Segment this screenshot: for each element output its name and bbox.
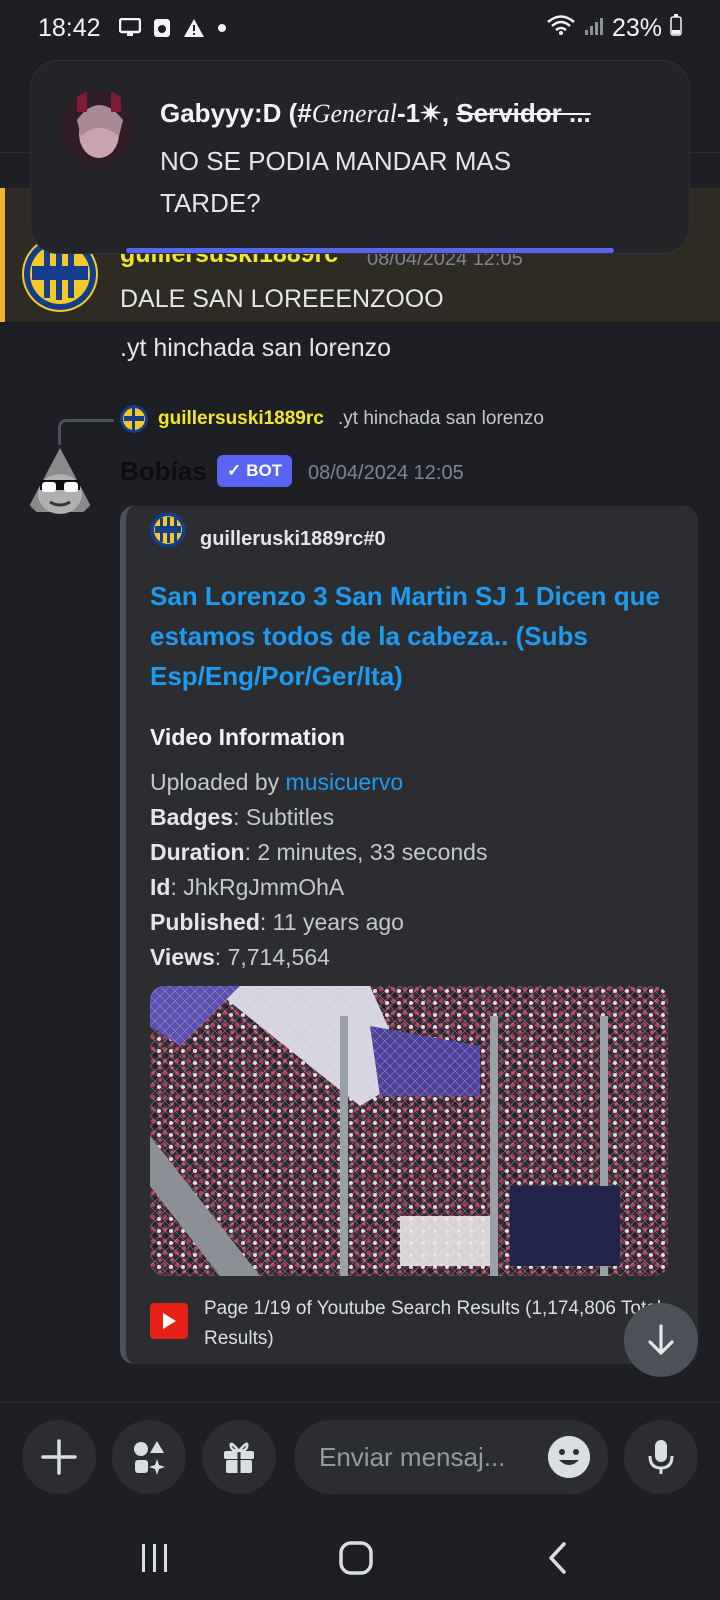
uploader-link[interactable]: musicuervo — [286, 769, 404, 795]
monitor-icon — [118, 18, 141, 38]
duration-row: Duration: 2 minutes, 33 seconds — [150, 835, 487, 870]
check-icon: ✓ — [227, 461, 242, 480]
message-text: DALE SAN LOREEENZOOO — [120, 285, 444, 313]
uploaded-by-row: Uploaded by musicuervo — [150, 765, 487, 800]
status-right: 23% — [546, 13, 682, 43]
embed-author-avatar — [150, 512, 186, 548]
id-value: : JhkRgJmmOhA — [170, 874, 345, 900]
embed-footer: Page 1/19 of Youtube Search Results (1,1… — [204, 1298, 662, 1349]
published-label: Published — [150, 909, 260, 935]
views-value: : 7,714,564 — [214, 944, 330, 970]
status-bar: 18:42 23% — [0, 0, 720, 56]
notification-title: Gabyyy:D (#General-1✴, Servidor ... — [160, 98, 660, 129]
notification-progress — [126, 248, 614, 253]
reply-author[interactable]: guillersuski1889rc — [158, 408, 324, 430]
battery-text: 23% — [611, 13, 662, 42]
reply-text[interactable]: .yt hinchada san lorenzo — [338, 408, 544, 430]
message-text: .yt hinchada san lorenzo — [120, 334, 392, 362]
wifi-icon — [546, 14, 576, 43]
notification-title-prefix: Gabyyy:D (# — [160, 98, 312, 128]
apps-button[interactable] — [112, 1420, 186, 1494]
warning-icon — [183, 18, 205, 38]
badges-label: Badges — [150, 804, 234, 830]
embed-field-title: Video Information — [150, 724, 346, 750]
bot-badge-label: BOT — [246, 461, 283, 480]
views-row: Views: 7,714,564 — [150, 940, 487, 975]
notification-server: Servidor ... — [456, 98, 591, 128]
club-crest-icon — [150, 512, 186, 548]
duration-value: : 2 minutes, 33 seconds — [244, 839, 488, 865]
badges-value: : Subtitles — [233, 804, 335, 830]
club-crest-icon — [120, 405, 148, 433]
uploaded-by-label: Uploaded by — [150, 769, 286, 795]
apps-icon — [134, 1441, 165, 1475]
emoji-button[interactable] — [548, 1436, 590, 1478]
badges-row: Badges: Subtitles — [150, 800, 487, 835]
smiley-icon — [548, 1436, 590, 1478]
bot-author[interactable]: Bobías — [120, 456, 207, 487]
recents-icon — [142, 1544, 167, 1572]
notification-avatar — [61, 90, 137, 166]
views-label: Views — [150, 944, 215, 970]
notification-channel: General — [311, 99, 397, 128]
stadium-crowd-image — [150, 986, 668, 1276]
anime-avatar-icon — [61, 90, 137, 166]
published-row: Published: 11 years ago — [150, 905, 487, 940]
battery-icon — [670, 13, 682, 43]
id-label: Id — [150, 874, 171, 900]
reply-connector — [58, 419, 114, 445]
hooded-figure-icon — [26, 448, 94, 514]
published-value: : 11 years ago — [259, 909, 404, 935]
plus-icon — [41, 1439, 77, 1475]
add-attachment-button[interactable] — [22, 1420, 96, 1494]
gift-icon — [224, 1442, 254, 1473]
bot-badge: ✓ BOT — [217, 455, 293, 487]
arrow-down-icon — [648, 1324, 674, 1355]
recent-apps-button[interactable] — [125, 1538, 185, 1578]
notification-title-suffix: -1✴, — [396, 98, 457, 128]
embed-field-value: Uploaded by musicuervo Badges: Subtitles… — [150, 765, 487, 975]
duration-label: Duration — [150, 839, 245, 865]
embed-author[interactable]: guilleruski1889rc#0 — [200, 528, 386, 551]
home-button[interactable] — [326, 1538, 386, 1578]
dot-icon — [217, 23, 227, 33]
bot-avatar[interactable] — [22, 444, 98, 520]
embed-video-thumbnail[interactable] — [150, 986, 668, 1276]
youtube-icon — [150, 1303, 188, 1339]
back-chevron-icon — [549, 1542, 566, 1574]
microphone-icon — [648, 1440, 674, 1474]
reply-avatar — [120, 405, 148, 433]
bot-timestamp: 08/04/2024 12:05 — [308, 462, 464, 484]
embed-title-link[interactable]: San Lorenzo 3 San Martin SJ 1 Dicen que … — [150, 576, 670, 696]
voice-message-button[interactable] — [624, 1420, 698, 1494]
gift-button[interactable] — [202, 1420, 276, 1494]
id-row: Id: JhkRgJmmOhA — [150, 870, 487, 905]
status-time: 18:42 — [38, 13, 101, 42]
back-button[interactable] — [528, 1538, 588, 1578]
jump-to-present-button[interactable] — [624, 1303, 698, 1377]
message-input-placeholder: Enviar mensaj... — [319, 1441, 506, 1472]
app-icon — [153, 18, 171, 38]
signal-icon — [584, 14, 604, 43]
home-icon — [339, 1541, 373, 1575]
notification-body: NO SE PODIA MANDAR MAS TARDE? — [160, 146, 512, 218]
